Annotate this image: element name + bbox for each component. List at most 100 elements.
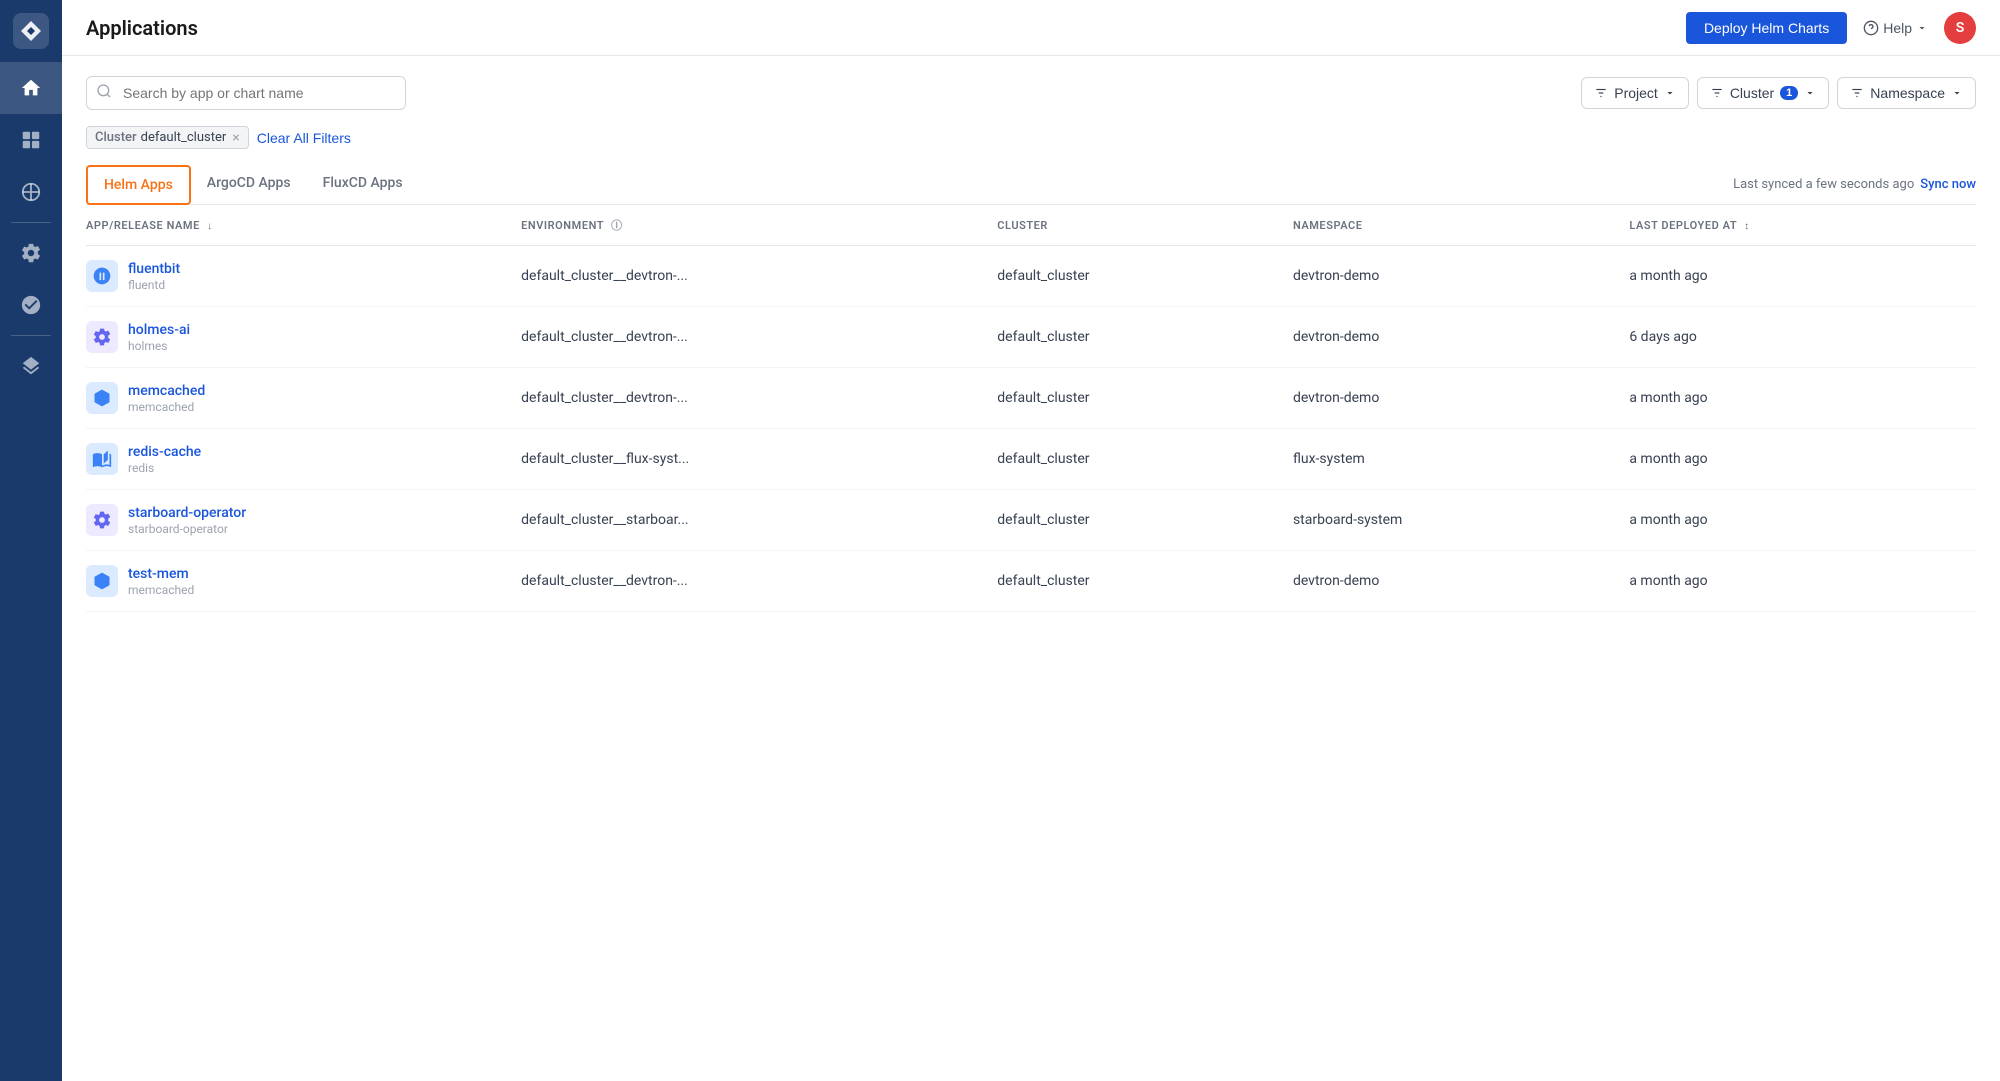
table-row: memcached memcached default_cluster__dev… [86,368,1976,429]
table-row: test-mem memcached default_cluster__devt… [86,551,1976,612]
app-subtitle-starboard-operator: starboard-operator [128,522,246,536]
chevron-down-icon [1916,22,1928,34]
user-avatar[interactable]: S [1944,12,1976,44]
chevron-down-icon [1664,87,1676,99]
cluster-label: Cluster [1730,85,1774,101]
cell-namespace-test-mem: devtron-demo [1277,551,1613,612]
cell-name-test-mem: test-mem memcached [86,551,505,612]
filter-icon [1594,86,1608,100]
sidebar [0,0,62,1081]
cell-cluster-starboard-operator: default_cluster [981,490,1277,551]
deploy-helm-charts-button[interactable]: Deploy Helm Charts [1686,12,1847,44]
app-name-starboard-operator[interactable]: starboard-operator [128,505,246,521]
col-header-environment: ENVIRONMENT ⓘ [505,205,981,246]
tab-fluxcd-apps[interactable]: FluxCD Apps [307,165,419,204]
help-button[interactable]: Help [1863,20,1928,36]
sidebar-item-helm[interactable] [0,166,62,218]
cluster-tag-close[interactable]: × [232,131,239,145]
cell-name-redis-cache: redis-cache redis [86,429,505,490]
cell-cluster-test-mem: default_cluster [981,551,1277,612]
tab-argocd-apps[interactable]: ArgoCD Apps [191,165,307,204]
namespace-label: Namespace [1870,85,1945,101]
sort-name-icon[interactable]: ↓ [207,221,213,232]
sidebar-item-settings[interactable] [0,227,62,279]
sidebar-item-config[interactable] [0,279,62,331]
apps-table: APP/RELEASE NAME ↓ ENVIRONMENT ⓘ CLUSTER… [86,205,1976,612]
sidebar-divider [11,222,51,223]
table-row: starboard-operator starboard-operator de… [86,490,1976,551]
app-icon-fluentbit [86,260,118,292]
search-input[interactable] [86,76,406,110]
cell-environment-test-mem: default_cluster__devtron-... [505,551,981,612]
col-header-cluster: CLUSTER [981,205,1277,246]
table-row: fluentbit fluentd default_cluster__devtr… [86,246,1976,307]
cluster-filter-tag: Cluster default_cluster × [86,126,249,149]
cluster-tag-key: Cluster [95,130,137,145]
cell-cluster-fluentbit: default_cluster [981,246,1277,307]
sort-deployed-icon[interactable]: ↕ [1744,221,1750,232]
cell-environment-holmes-ai: default_cluster__devtron-... [505,307,981,368]
cell-name-fluentbit: fluentbit fluentd [86,246,505,307]
cell-cluster-redis-cache: default_cluster [981,429,1277,490]
cluster-filter-badge: 1 [1780,86,1798,100]
app-subtitle-memcached: memcached [128,400,205,414]
cluster-filter-button[interactable]: Cluster 1 [1697,77,1829,109]
cell-environment-memcached: default_cluster__devtron-... [505,368,981,429]
sync-now-link[interactable]: Sync now [1920,177,1976,192]
sidebar-logo[interactable] [0,0,62,62]
sync-text: Last synced a few seconds ago [1733,177,1914,192]
help-icon [1863,20,1879,36]
tab-helm-apps[interactable]: Helm Apps [86,165,191,205]
environment-info-icon[interactable]: ⓘ [611,219,623,232]
table-row: holmes-ai holmes default_cluster__devtro… [86,307,1976,368]
cell-namespace-fluentbit: devtron-demo [1277,246,1613,307]
sidebar-divider-2 [11,335,51,336]
col-header-name: APP/RELEASE NAME ↓ [86,205,505,246]
search-filter-row: Project Cluster 1 Namespace [86,76,1976,110]
tabs-row: Helm Apps ArgoCD Apps FluxCD Apps Last s… [86,165,1976,205]
table-row: redis-cache redis default_cluster__flux-… [86,429,1976,490]
app-name-test-mem[interactable]: test-mem [128,566,194,582]
filter-group: Project Cluster 1 Namespace [1581,77,1976,109]
tabs: Helm Apps ArgoCD Apps FluxCD Apps [86,165,419,204]
cell-name-memcached: memcached memcached [86,368,505,429]
project-label: Project [1614,85,1658,101]
namespace-filter-button[interactable]: Namespace [1837,77,1976,109]
sidebar-item-home[interactable] [0,62,62,114]
cell-environment-starboard-operator: default_cluster__starboar... [505,490,981,551]
help-label: Help [1883,20,1912,36]
cell-environment-fluentbit: default_cluster__devtron-... [505,246,981,307]
search-box [86,76,406,110]
cell-namespace-memcached: devtron-demo [1277,368,1613,429]
app-name-memcached[interactable]: memcached [128,383,205,399]
cell-cluster-holmes-ai: default_cluster [981,307,1277,368]
cell-deployed-redis-cache: a month ago [1613,429,1976,490]
cell-cluster-memcached: default_cluster [981,368,1277,429]
project-filter-button[interactable]: Project [1581,77,1689,109]
clear-all-filters-button[interactable]: Clear All Filters [257,130,351,146]
cell-deployed-holmes-ai: 6 days ago [1613,307,1976,368]
cell-name-holmes-ai: holmes-ai holmes [86,307,505,368]
search-icon [96,83,112,103]
apps-table-body: fluentbit fluentd default_cluster__devtr… [86,246,1976,612]
cluster-filter-icon [1710,86,1724,100]
cell-namespace-redis-cache: flux-system [1277,429,1613,490]
chevron-down-namespace-icon [1951,87,1963,99]
cell-deployed-test-mem: a month ago [1613,551,1976,612]
cell-environment-redis-cache: default_cluster__flux-syst... [505,429,981,490]
sync-info: Last synced a few seconds ago Sync now [1733,177,1976,192]
cluster-tag-value: default_cluster [141,130,227,145]
app-name-holmes-ai[interactable]: holmes-ai [128,322,190,338]
namespace-filter-icon [1850,86,1864,100]
app-icon-memcached [86,382,118,414]
col-header-deployed: LAST DEPLOYED AT ↕ [1613,205,1976,246]
sidebar-item-layers[interactable] [0,340,62,392]
sidebar-item-apps[interactable] [0,114,62,166]
app-name-redis-cache[interactable]: redis-cache [128,444,201,460]
table-header-row: APP/RELEASE NAME ↓ ENVIRONMENT ⓘ CLUSTER… [86,205,1976,246]
table-container: APP/RELEASE NAME ↓ ENVIRONMENT ⓘ CLUSTER… [86,205,1976,612]
cell-deployed-fluentbit: a month ago [1613,246,1976,307]
app-name-fluentbit[interactable]: fluentbit [128,261,180,277]
active-filters-row: Cluster default_cluster × Clear All Filt… [86,126,1976,149]
app-icon-holmes-ai [86,321,118,353]
